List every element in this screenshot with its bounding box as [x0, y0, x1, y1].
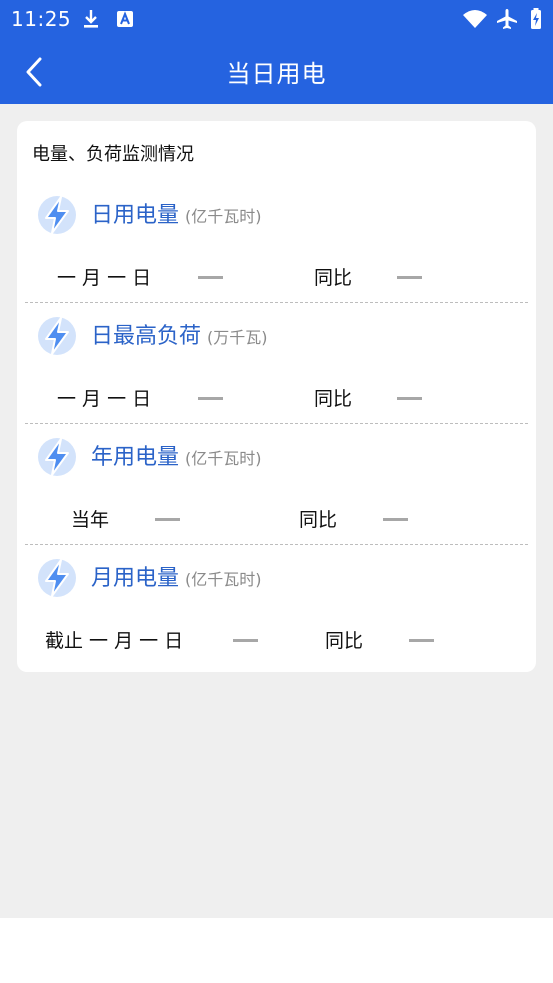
- battery-charging-icon: [530, 8, 542, 30]
- metric-name: 日用电量 (亿千瓦时): [91, 203, 262, 228]
- lightning-bolt-icon: [38, 559, 76, 597]
- period-label: 一 月 一 日: [57, 267, 152, 289]
- status-time: 11:25: [11, 7, 72, 31]
- value-placeholder: [198, 276, 223, 279]
- value-placeholder: [155, 518, 180, 521]
- metric-name: 月用电量 (亿千瓦时): [91, 566, 262, 591]
- yoy-value-placeholder: [409, 639, 434, 642]
- bottom-area: [0, 918, 553, 983]
- lightning-bolt-icon: [38, 196, 76, 234]
- value-placeholder: [233, 639, 258, 642]
- yoy-value-placeholder: [397, 276, 422, 279]
- section-daily-consumption: 日用电量 (亿千瓦时) 一 月 一 日 同比: [25, 181, 528, 303]
- yoy-value-placeholder: [397, 397, 422, 400]
- period-label: 截止 一 月 一 日: [45, 630, 184, 652]
- metric-unit: (亿千瓦时): [185, 449, 262, 468]
- card-title: 电量、负荷监测情况: [32, 144, 194, 165]
- period-label: 当年: [71, 509, 110, 531]
- lightning-bolt-icon: [38, 438, 76, 476]
- value-placeholder: [198, 397, 223, 400]
- yoy-value-placeholder: [383, 518, 408, 521]
- metric-unit: (亿千瓦时): [185, 570, 262, 589]
- metric-unit: (亿千瓦时): [185, 207, 262, 226]
- wifi-icon: [462, 8, 488, 30]
- download-icon: [82, 8, 100, 30]
- metric-unit: (万千瓦): [207, 328, 268, 347]
- font-a-icon: [116, 8, 134, 30]
- lightning-bolt-icon: [38, 317, 76, 355]
- status-bar: 11:25: [0, 0, 553, 38]
- yoy-label: 同比: [325, 630, 364, 652]
- monitoring-card: 电量、负荷监测情况 日用电量 (亿千瓦时) 一 月 一 日 同比 日最高负荷 (万千…: [17, 121, 536, 672]
- page-title: 当日用电: [226, 60, 327, 88]
- period-label: 一 月 一 日: [57, 388, 152, 410]
- airplane-icon: [496, 8, 518, 30]
- section-monthly-consumption: 月用电量 (亿千瓦时) 截止 一 月 一 日 同比: [25, 544, 528, 665]
- yoy-label: 同比: [299, 509, 338, 531]
- metric-name: 年用电量 (亿千瓦时): [91, 445, 262, 470]
- section-annual-consumption: 年用电量 (亿千瓦时) 当年 同比: [25, 423, 528, 545]
- section-daily-peak-load: 日最高负荷 (万千瓦) 一 月 一 日 同比: [25, 302, 528, 424]
- yoy-label: 同比: [314, 267, 353, 289]
- app-bar: 当日用电: [0, 38, 553, 104]
- yoy-label: 同比: [314, 388, 353, 410]
- metric-name: 日最高负荷 (万千瓦): [91, 324, 268, 349]
- content-area: 电量、负荷监测情况 日用电量 (亿千瓦时) 一 月 一 日 同比 日最高负荷 (万千…: [0, 104, 553, 918]
